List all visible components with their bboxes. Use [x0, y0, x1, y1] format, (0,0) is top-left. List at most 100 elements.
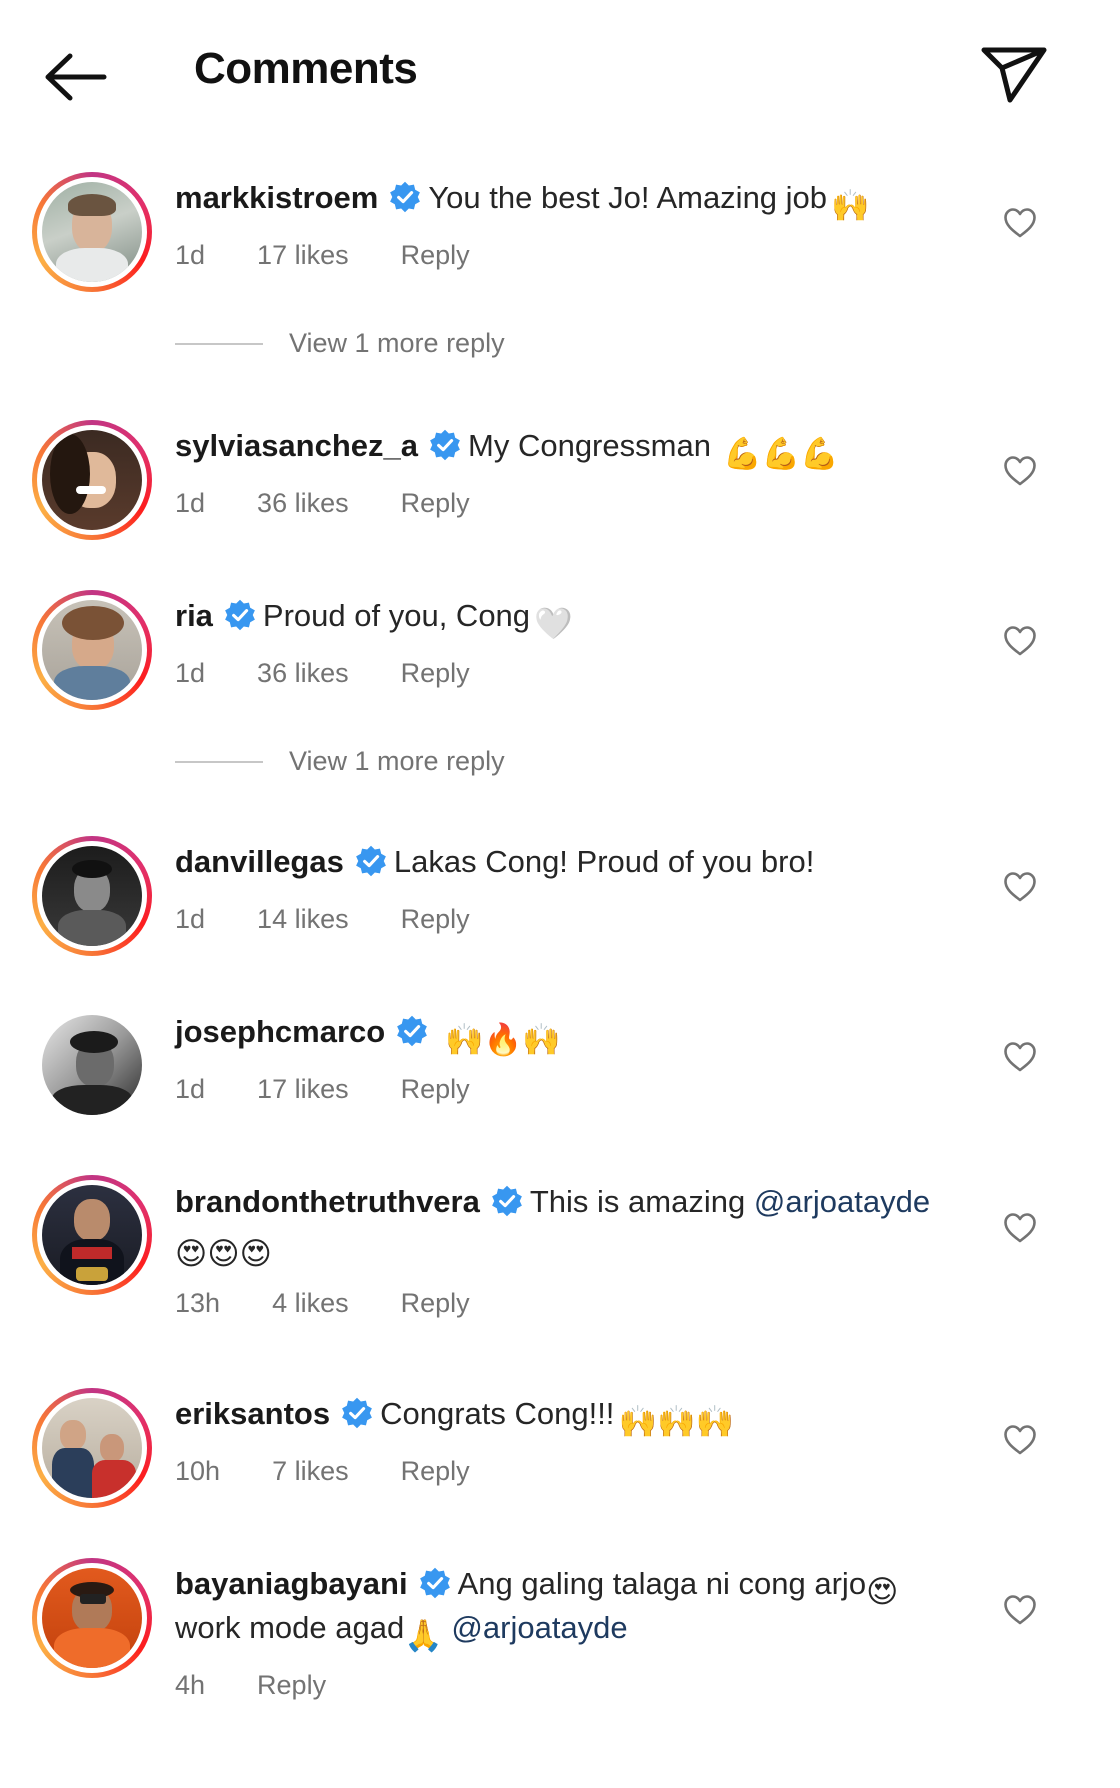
- avatar[interactable]: [32, 836, 152, 956]
- username[interactable]: danvillegas: [175, 844, 344, 879]
- comment-meta: 1d 17 likes Reply: [175, 1074, 522, 1105]
- heart-eyes-emoji-icon: 😍: [866, 1574, 899, 1609]
- comment-text: Ang galing talaga ni cong arjo: [457, 1566, 867, 1601]
- raising-hands-emoji-icon: 🙌🙌🙌: [618, 1404, 735, 1439]
- comment-meta: 1d 14 likes Reply: [175, 904, 522, 935]
- comment-likes[interactable]: 36 likes: [257, 658, 349, 688]
- paper-plane-icon[interactable]: [980, 44, 1048, 104]
- comment-likes[interactable]: 7 likes: [272, 1456, 349, 1486]
- view-more-replies-label: View 1 more reply: [289, 328, 505, 358]
- comment-text: This is amazing: [529, 1184, 746, 1219]
- username[interactable]: bayaniagbayani: [175, 1566, 408, 1601]
- heart-icon[interactable]: [1003, 625, 1037, 657]
- verified-badge-icon: [428, 428, 462, 462]
- folded-hands-emoji-icon: 🙏: [404, 1618, 443, 1653]
- heart-icon[interactable]: [1003, 455, 1037, 487]
- verified-badge-icon: [223, 598, 257, 632]
- avatar[interactable]: [32, 1005, 152, 1125]
- heart-icon[interactable]: [1003, 871, 1037, 903]
- view-more-replies[interactable]: View 1 more reply: [175, 328, 505, 368]
- heart-icon[interactable]: [1003, 1424, 1037, 1456]
- comment-likes[interactable]: 36 likes: [257, 488, 349, 518]
- raising-hands-emoji-icon: 🙌: [831, 188, 870, 223]
- avatar[interactable]: [32, 1175, 152, 1295]
- username[interactable]: josephcmarco: [175, 1014, 385, 1049]
- heart-eyes-emoji-icon: 😍😍😍: [175, 1236, 272, 1271]
- comment-text-2: work mode agad: [175, 1610, 405, 1645]
- verified-badge-icon: [388, 180, 422, 214]
- comment-meta: 1d 36 likes Reply: [175, 658, 522, 689]
- mention-link[interactable]: @arjoatayde: [754, 1184, 930, 1219]
- verified-badge-icon: [340, 1396, 374, 1430]
- comment-text: My Congressman: [468, 428, 711, 463]
- avatar[interactable]: [32, 590, 152, 710]
- heart-icon[interactable]: [1003, 1041, 1037, 1073]
- heart-icon[interactable]: [1003, 1594, 1037, 1626]
- comment-meta: 10h 7 likes Reply: [175, 1456, 522, 1487]
- arrow-left-icon[interactable]: [42, 50, 108, 104]
- comment-likes[interactable]: 4 likes: [272, 1288, 349, 1318]
- heart-icon[interactable]: [1003, 207, 1037, 239]
- verified-badge-icon: [418, 1566, 452, 1600]
- reply-button[interactable]: Reply: [401, 488, 470, 518]
- username[interactable]: ria: [175, 598, 213, 633]
- comment-time: 10h: [175, 1456, 221, 1486]
- comment-text: Lakas Cong! Proud of you bro!: [393, 844, 815, 879]
- comment-time: 4h: [175, 1670, 206, 1700]
- comment-meta: 1d 36 likes Reply: [175, 488, 522, 519]
- reply-button[interactable]: Reply: [257, 1670, 326, 1700]
- comment-meta: 13h 4 likes Reply: [175, 1288, 522, 1319]
- comment-likes[interactable]: 17 likes: [257, 1074, 349, 1104]
- comment-time: 1d: [175, 658, 206, 688]
- flexed-biceps-emoji-icon: 💪💪💪: [722, 436, 839, 471]
- avatar[interactable]: [32, 1388, 152, 1508]
- comment-text-line: josephcmarco 🙌🔥🙌: [175, 1010, 561, 1062]
- reply-button[interactable]: Reply: [401, 1456, 470, 1486]
- username[interactable]: eriksantos: [175, 1396, 330, 1431]
- verified-badge-icon: [354, 844, 388, 878]
- username[interactable]: brandonthetruthvera: [175, 1184, 480, 1219]
- reply-button[interactable]: Reply: [401, 1288, 470, 1318]
- view-more-replies-label: View 1 more reply: [289, 746, 505, 776]
- comment-text-line: ria Proud of you, Cong 🤍: [175, 594, 573, 646]
- verified-badge-icon: [395, 1014, 429, 1048]
- comment-text-line-2: 😍😍😍: [175, 1224, 272, 1276]
- comment-meta: 4h Reply: [175, 1670, 378, 1701]
- reply-button[interactable]: Reply: [401, 658, 470, 688]
- avatar[interactable]: [32, 1558, 152, 1678]
- verified-badge-icon: [490, 1184, 524, 1218]
- reply-button[interactable]: Reply: [401, 240, 470, 270]
- username[interactable]: markkistroem: [175, 180, 378, 215]
- comment-text-line-2: work mode agad🙏 @arjoatayde: [175, 1606, 628, 1658]
- comment-text-line: eriksantos Congrats Cong!!! 🙌🙌🙌: [175, 1392, 734, 1444]
- comment-time: 1d: [175, 488, 206, 518]
- username[interactable]: sylviasanchez_a: [175, 428, 418, 463]
- comment-text-line: markkistroem You the best Jo! Amazing job…: [175, 176, 870, 228]
- comments-header: Comments: [0, 0, 1120, 150]
- comment-likes[interactable]: 17 likes: [257, 240, 349, 270]
- comment-time: 1d: [175, 1074, 206, 1104]
- avatar[interactable]: [32, 420, 152, 540]
- reply-button[interactable]: Reply: [401, 1074, 470, 1104]
- comment-text: You the best Jo! Amazing job: [428, 180, 828, 215]
- comment-meta: 1d 17 likes Reply: [175, 240, 522, 271]
- comment-time: 1d: [175, 240, 206, 270]
- mention-link[interactable]: @arjoatayde: [451, 1610, 627, 1645]
- view-more-replies[interactable]: View 1 more reply: [175, 746, 505, 786]
- comment-text: Congrats Cong!!!: [380, 1396, 615, 1431]
- comment-likes[interactable]: 14 likes: [257, 904, 349, 934]
- comment-time: 1d: [175, 904, 206, 934]
- reply-divider: [175, 760, 263, 763]
- comment-time: 13h: [175, 1288, 221, 1318]
- white-heart-emoji-icon: 🤍: [534, 606, 573, 641]
- heart-icon[interactable]: [1003, 1212, 1037, 1244]
- comment-text: Proud of you, Cong: [262, 598, 531, 633]
- avatar[interactable]: [32, 172, 152, 292]
- comment-text-line: sylviasanchez_a My Congressman 💪💪💪: [175, 424, 839, 476]
- comment-text-line: danvillegas Lakas Cong! Proud of you bro!: [175, 840, 814, 884]
- reply-button[interactable]: Reply: [401, 904, 470, 934]
- reply-divider: [175, 342, 263, 345]
- comment-text-line: brandonthetruthvera This is amazing @arjo…: [175, 1180, 930, 1224]
- hands-fire-emoji-icon: 🙌🔥🙌: [445, 1022, 561, 1057]
- page-title: Comments: [194, 44, 418, 93]
